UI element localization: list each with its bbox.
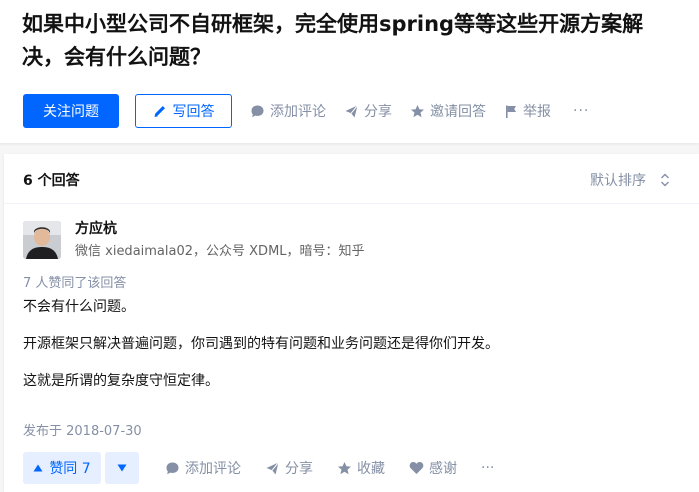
comment-icon	[166, 462, 179, 474]
pencil-icon	[154, 106, 165, 117]
avatar[interactable]	[23, 221, 61, 259]
flag-icon	[506, 105, 516, 118]
answers-card: 6 个回答 默认排序 方应杭 微信 xiedaimala02，公众号 XDML，…	[4, 154, 699, 492]
sort-label: 默认排序	[590, 173, 646, 189]
author-headline: 微信 xiedaimala02，公众号 XDML，暗号：知乎	[75, 244, 365, 259]
comment-icon	[251, 105, 264, 117]
downvote-button[interactable]	[105, 452, 139, 484]
upvote-triangle-icon	[33, 464, 43, 472]
answer-paragraph: 这就是所谓的复杂度守恒定律。	[23, 373, 219, 389]
answer-comment-button[interactable]: 添加评论	[165, 458, 241, 478]
answer-action-bar: 赞同 7 添加评论 分享 收藏 感谢 ···	[23, 452, 494, 484]
answer-content: 不会有什么问题。 开源框架只解决普遍问题，你司遇到的特有问题和业务问题还是得你们…	[23, 296, 683, 407]
answer-comment-label: 添加评论	[185, 461, 241, 477]
answer-share-label: 分享	[285, 461, 313, 477]
sort-icon	[661, 173, 669, 187]
vote-summary: 7 人赞同了该回答	[23, 276, 127, 291]
collect-button[interactable]: 收藏	[337, 458, 385, 478]
more-options-button[interactable]: ···	[573, 103, 589, 119]
invite-answer-button[interactable]: 邀请回答	[410, 94, 486, 128]
invite-answer-label: 邀请回答	[430, 104, 486, 120]
write-answer-label: 写回答	[172, 104, 215, 120]
share-label: 分享	[364, 104, 392, 120]
avatar-portrait-icon	[23, 221, 61, 259]
question-action-bar: 关注问题 写回答 添加评论 分享 邀请回答 举报 ···	[23, 94, 589, 128]
upvote-button[interactable]: 赞同 7	[23, 452, 101, 484]
answer-paragraph: 开源框架只解决普遍问题，你司遇到的特有问题和业务问题还是得你们开发。	[23, 336, 499, 352]
share-icon	[266, 461, 279, 474]
answer-share-button[interactable]: 分享	[265, 458, 313, 478]
sort-toggle[interactable]: 默认排序	[590, 170, 670, 190]
answers-header: 6 个回答 默认排序	[4, 154, 699, 204]
answer-paragraph: 不会有什么问题。	[23, 299, 135, 315]
star-icon	[338, 461, 351, 474]
add-comment-label: 添加评论	[270, 104, 326, 120]
question-title: 如果中小型公司不自研框架，完全使用spring等等这些开源方案解决，会有什么问题…	[22, 12, 644, 69]
downvote-triangle-icon	[117, 464, 127, 472]
author-name[interactable]: 方应杭	[75, 218, 117, 238]
share-button[interactable]: 分享	[344, 94, 392, 128]
heart-icon	[409, 462, 424, 474]
add-comment-button[interactable]: 添加评论	[250, 94, 326, 128]
report-button[interactable]: 举报	[504, 94, 551, 128]
collect-label: 收藏	[357, 461, 385, 477]
star-icon	[411, 104, 424, 117]
write-answer-button[interactable]: 写回答	[135, 94, 232, 128]
share-icon	[345, 104, 358, 117]
thanks-button[interactable]: 感谢	[409, 458, 457, 478]
question-header: 如果中小型公司不自研框架，完全使用spring等等这些开源方案解决，会有什么问题…	[0, 0, 699, 143]
thanks-label: 感谢	[429, 461, 457, 477]
publish-date[interactable]: 发布于 2018-07-30	[23, 420, 142, 439]
answer-more-button[interactable]: ···	[481, 460, 494, 476]
follow-question-button[interactable]: 关注问题	[23, 94, 119, 128]
report-label: 举报	[523, 104, 551, 120]
answer-count: 6 个回答	[23, 173, 80, 189]
upvote-label: 赞同 7	[49, 461, 91, 477]
